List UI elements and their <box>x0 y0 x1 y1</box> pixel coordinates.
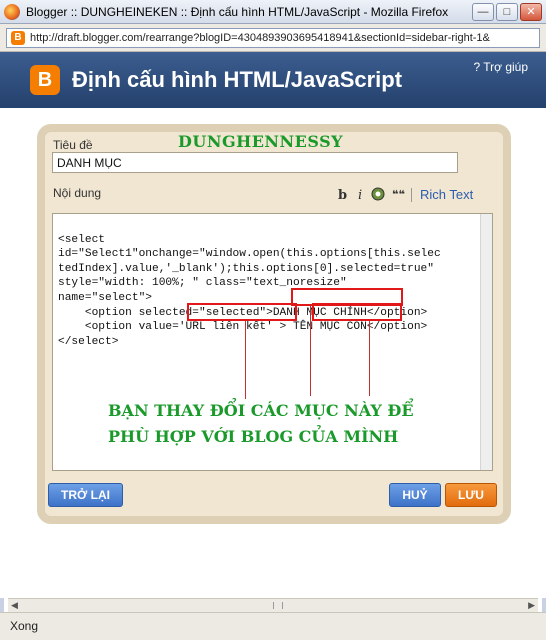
watermark-name: DUNGHENNESSY <box>178 132 344 151</box>
annotation-text: BẠN THAY ĐỔI CÁC MỤC NÀY ĐỂ PHÙ HỢP VỚI … <box>108 401 414 446</box>
code-line: id="Select1"onchange="window.open(this.o… <box>58 248 441 261</box>
toolbar-divider <box>411 188 412 202</box>
url-field[interactable]: B http://draft.blogger.com/rearrange?blo… <box>6 27 540 48</box>
save-button[interactable]: LƯU <box>445 483 497 507</box>
page-title: Định cấu hình HTML/JavaScript <box>72 67 403 92</box>
scroll-left-icon[interactable]: ◀ <box>11 600 18 611</box>
code-line: </select> <box>58 335 119 348</box>
close-button[interactable]: ✕ <box>520 2 542 21</box>
bold-icon[interactable]: b <box>338 188 347 203</box>
title-input[interactable]: DANH MỤC <box>52 152 458 173</box>
blogger-logo-icon: B <box>30 65 60 95</box>
textarea-scrollbar[interactable] <box>480 214 492 470</box>
italic-icon[interactable]: i <box>358 188 362 203</box>
scroll-thumb[interactable] <box>273 602 283 609</box>
code-line: style="width: 100%; " class="text_noresi… <box>58 277 347 290</box>
maximize-button[interactable]: □ <box>496 2 518 21</box>
address-bar: B http://draft.blogger.com/rearrange?blo… <box>0 24 546 52</box>
rich-text-link[interactable]: Rich Text <box>420 187 473 202</box>
status-text: Xong <box>10 619 39 633</box>
title-label: Tiêu đề <box>53 138 93 152</box>
pointer-line <box>369 321 370 396</box>
highlight-box-url <box>187 303 297 321</box>
scroll-right-icon[interactable]: ▶ <box>528 600 535 611</box>
horizontal-scrollbar[interactable]: ◀ ▶ <box>8 598 538 612</box>
blogger-favicon-icon: B <box>11 30 25 45</box>
highlight-box-subcategory <box>312 303 402 321</box>
pointer-line <box>245 321 246 399</box>
help-link[interactable]: ? Trợ giúp <box>473 60 528 74</box>
code-line: tedIndex].value,'_blank');this.options[0… <box>58 262 434 275</box>
quote-icon[interactable]: ❝❝ <box>392 188 405 201</box>
url-text: http://draft.blogger.com/rearrange?blogI… <box>30 31 490 44</box>
image-icon[interactable] <box>371 187 385 204</box>
status-bar: Xong <box>0 612 546 640</box>
content-label: Nội dung <box>53 186 102 200</box>
code-line: <option value='URL liên kết' > TÊN MỤC C… <box>58 321 428 334</box>
minimize-button[interactable]: — <box>472 2 494 21</box>
page-header: B Định cấu hình HTML/JavaScript ? Trợ gi… <box>0 52 546 108</box>
firefox-icon <box>4 3 20 20</box>
back-button[interactable]: TRỞ LẠI <box>48 483 123 507</box>
cancel-button[interactable]: HUỶ <box>389 483 441 507</box>
code-line: <select <box>58 233 105 246</box>
window-titlebar: Blogger :: DUNGHEINEKEN :: Định cấu hình… <box>0 0 546 24</box>
code-content: <select id="Select1"onchange="window.open… <box>58 218 488 379</box>
window-title: Blogger :: DUNGHEINEKEN :: Định cấu hình… <box>26 4 449 19</box>
pointer-line <box>310 306 311 396</box>
